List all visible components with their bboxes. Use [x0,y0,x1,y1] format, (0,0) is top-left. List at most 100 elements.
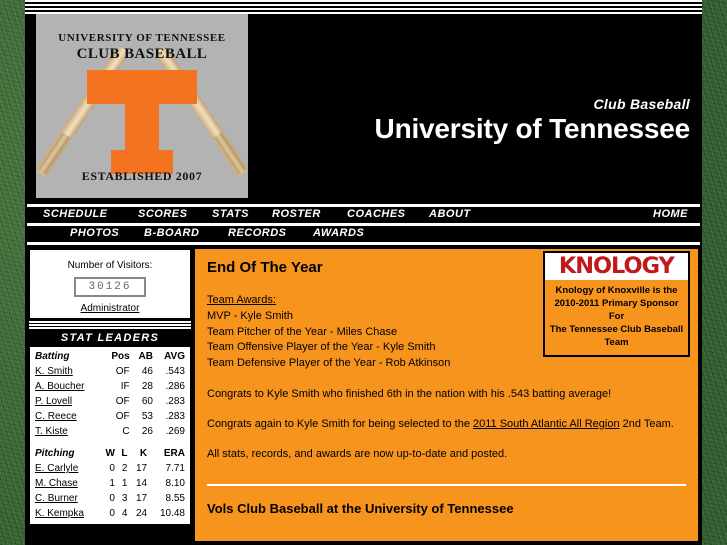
table-row[interactable]: A. Boucher IF 28 .286 [35,379,185,394]
batting-player-ab: 53 [141,411,153,422]
pitching-header-era: ERA [163,448,185,459]
visitor-counter-value: 30126 [74,277,146,297]
nav-item-scores[interactable]: SCORES [138,208,187,220]
nav-item-schedule[interactable]: SCHEDULE [43,208,108,220]
batting-player-pos: C [122,426,130,437]
main-content: KNOLOGY Knology of Knoxville is the 2010… [195,249,698,541]
batting-player-pos: IF [120,381,130,392]
batting-header-name: Batting [35,351,70,362]
pitching-player-w: 0 [109,493,115,504]
sidebar-stripe-divider [29,321,191,330]
pitching-player-era: 10.48 [159,508,185,519]
pitching-player-name[interactable]: K. Kempka [35,506,99,521]
pitching-player-name[interactable]: M. Chase [35,476,99,491]
nav-item-home[interactable]: HOME [653,208,688,220]
knology-logo-text: KNOLOGY [559,254,675,279]
main-navigation: SCHEDULE SCORES STATS ROSTER COACHES ABO… [25,204,702,245]
logo-line-1: UNIVERSITY OF TENNESSEE [58,32,226,44]
batting-player-name[interactable]: P. Lovell [35,394,101,409]
batting-player-avg: .269 [165,426,185,437]
nav-item-records[interactable]: RECORDS [228,227,287,239]
sponsor-line-2: 2010-2011 Primary Sponsor For [554,298,679,322]
nav-row-primary: SCHEDULE SCORES STATS ROSTER COACHES ABO… [25,207,702,223]
nav-row-secondary: PHOTOS B-BOARD RECORDS AWARDS [25,226,702,242]
nav-item-roster[interactable]: ROSTER [272,208,321,220]
batting-player-name[interactable]: T. Kiste [35,424,101,439]
pitching-header-name: Pitching [35,448,75,459]
tennessee-power-t-icon [87,70,197,174]
batting-player-name[interactable]: C. Reece [35,409,101,424]
pitching-player-k: 17 [136,493,148,504]
knology-logo: KNOLOGY [545,253,688,280]
batting-player-pos: OF [115,396,130,407]
batting-player-ab: 60 [141,396,153,407]
sponsor-line-1: Knology of Knoxville is the [555,285,678,296]
nav-item-coaches[interactable]: COACHES [347,208,406,220]
pitching-player-l: 3 [121,493,128,504]
visitor-counter-label: Number of Visitors: [67,260,153,271]
pitching-player-k: 17 [136,463,148,474]
page-frame: UNIVERSITY OF TENNESSEE CLUB BASEBALL ES… [25,0,702,545]
top-stripe-divider [25,0,702,14]
nav-item-b-board[interactable]: B-BOARD [144,227,199,239]
logo-line-2: CLUB BASEBALL [76,46,208,62]
table-row[interactable]: T. Kiste C 26 .269 [35,424,185,439]
pitching-player-era: 7.71 [165,463,185,474]
paragraph-stats-updated: All stats, records, and awards are now u… [207,448,508,460]
pitching-header-l: L [121,448,128,459]
nav-item-awards[interactable]: AWARDS [313,227,364,239]
award-item-defensive: Team Defensive Player of the Year - Rob … [207,356,451,369]
table-row[interactable]: C. Burner 0 3 17 8.55 [35,491,185,506]
pitching-player-name[interactable]: E. Carlyle [35,461,99,476]
pitching-header-w: W [105,448,115,459]
pitching-player-era: 8.10 [165,478,185,489]
pitching-player-w: 1 [109,478,115,489]
footer-heading: Vols Club Baseball at the University of … [207,501,514,516]
batting-player-avg: .283 [165,396,185,407]
table-row[interactable]: K. Kempka 0 4 24 10.48 [35,506,185,521]
nav-item-photos[interactable]: PHOTOS [70,227,119,239]
all-region-link[interactable]: 2011 South Atlantic All Region [473,418,620,430]
table-row[interactable]: K. Smith OF 46 .543 [35,364,185,379]
pitching-player-l: 4 [121,508,128,519]
pitching-player-name[interactable]: C. Burner [35,491,99,506]
batting-player-pos: OF [115,411,130,422]
visitor-counter-card: Number of Visitors: 30126 Administrator [29,249,191,319]
table-row[interactable]: P. Lovell OF 60 .283 [35,394,185,409]
batting-player-avg: .286 [165,381,185,392]
table-row[interactable]: E. Carlyle 0 2 17 7.71 [35,461,185,476]
stat-leaders-title: STAT LEADERS [29,330,191,347]
nav-item-stats[interactable]: STATS [212,208,249,220]
paragraph-batting-average: Congrats to Kyle Smith who finished 6th … [207,388,612,400]
table-row[interactable]: M. Chase 1 1 14 8.10 [35,476,185,491]
batting-leaders-table: Batting Pos AB AVG K. Smith OF 46 .543 A… [35,349,185,439]
batting-player-name[interactable]: A. Boucher [35,379,101,394]
batting-player-ab: 28 [141,381,153,392]
table-row[interactable]: C. Reece OF 53 .283 [35,409,185,424]
stat-table-gap [35,439,185,446]
content-area: Number of Visitors: 30126 Administrator … [25,245,702,541]
batting-header-ab: AB [138,351,153,362]
masthead-title: University of Tennessee [374,113,691,144]
masthead: UNIVERSITY OF TENNESSEE CLUB BASEBALL ES… [25,14,702,204]
all-region-pre-text: Congrats again to Kyle Smith for being s… [207,418,473,430]
sponsor-description: Knology of Knoxville is the 2010-2011 Pr… [545,280,688,355]
batting-player-avg: .543 [165,366,185,377]
pitching-player-w: 0 [109,463,115,474]
pitching-player-w: 0 [109,508,115,519]
batting-header-row: Batting Pos AB AVG [35,349,185,364]
nav-item-about[interactable]: ABOUT [429,208,471,220]
administrator-link[interactable]: Administrator [36,303,184,314]
masthead-subtitle: Club Baseball [593,96,690,112]
sidebar: Number of Visitors: 30126 Administrator … [29,249,191,541]
logo-line-3: ESTABLISHED 2007 [81,169,203,183]
batting-player-avg: .283 [165,411,185,422]
pitching-header-row: Pitching W L K ERA [35,446,185,461]
pitching-player-era: 8.55 [165,493,185,504]
paragraph-all-region: Congrats again to Kyle Smith for being s… [207,417,686,431]
batting-player-name[interactable]: K. Smith [35,364,101,379]
pitching-player-l: 1 [121,478,128,489]
sponsor-line-4: Team [604,337,629,348]
sponsor-box: KNOLOGY Knology of Knoxville is the 2010… [543,251,690,357]
sponsor-line-3: The Tennessee Club Baseball [549,324,684,335]
